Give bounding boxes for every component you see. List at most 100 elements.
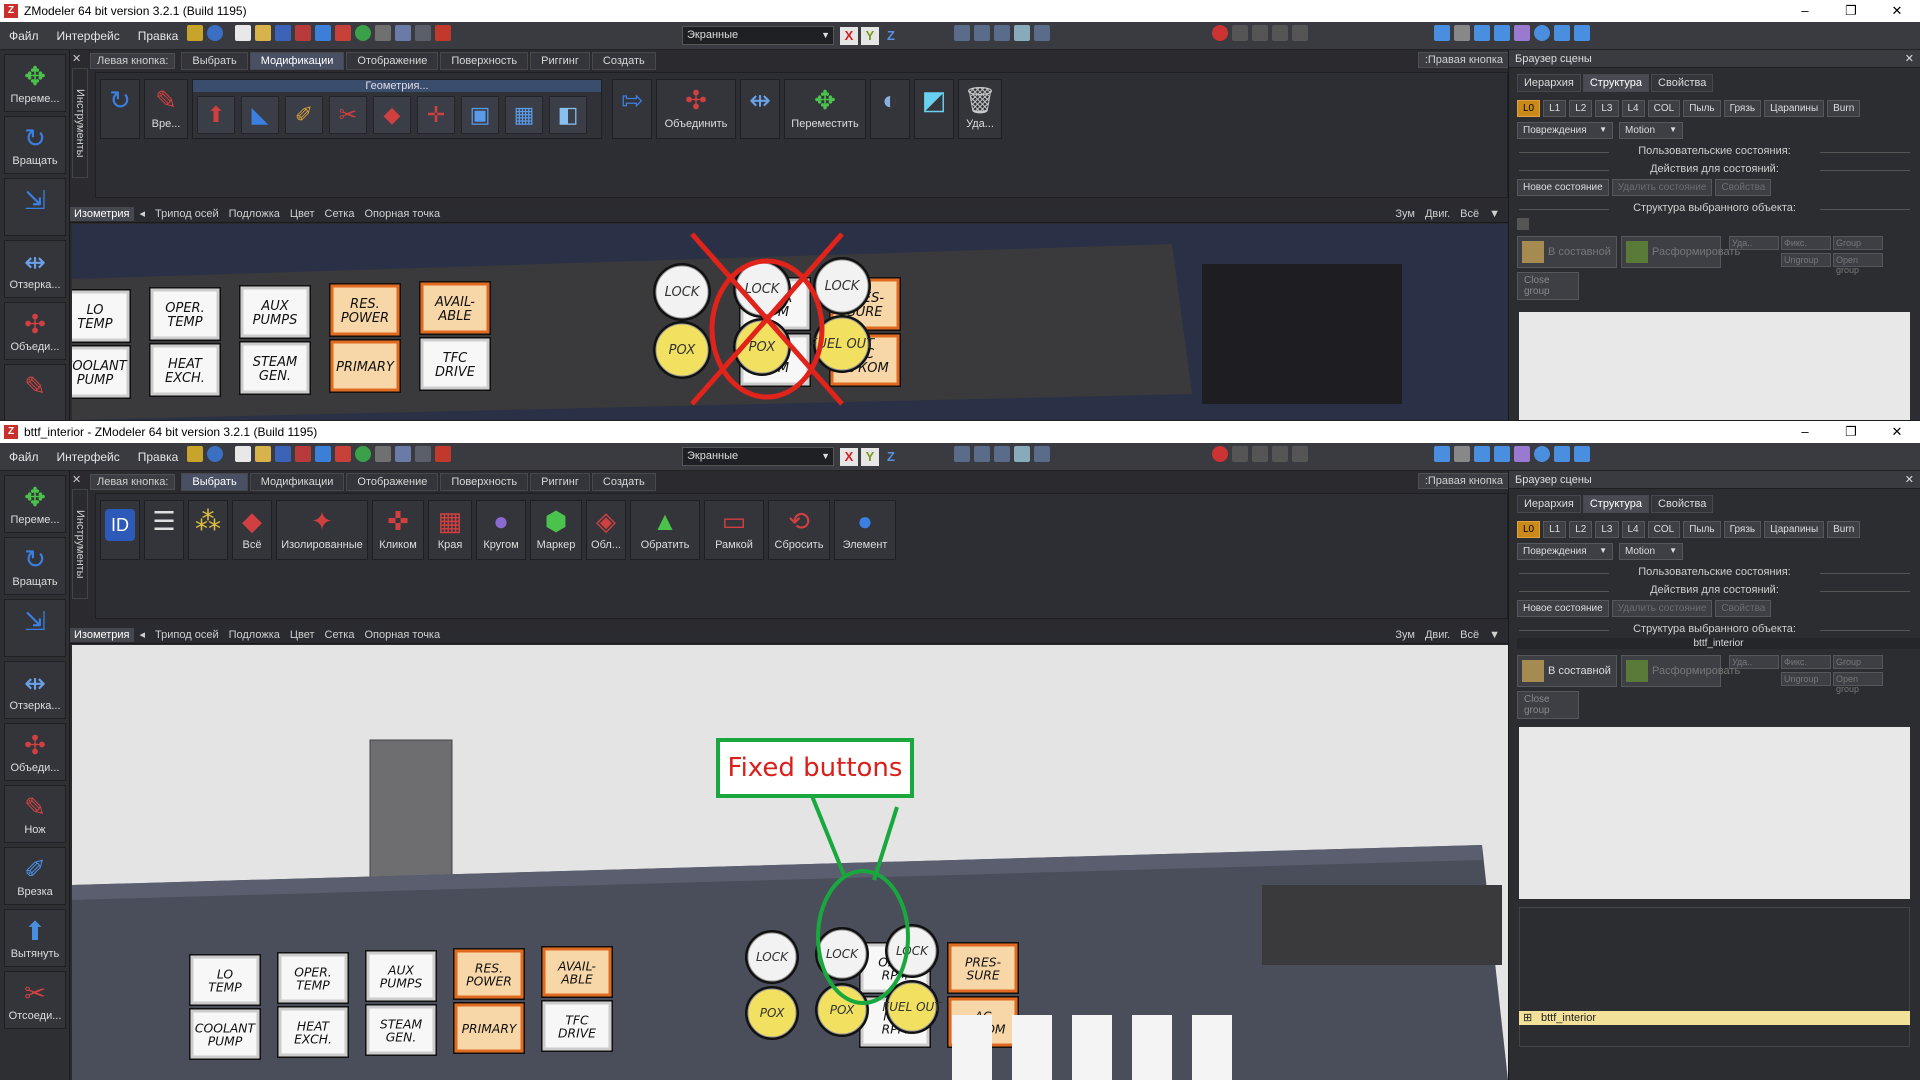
select-marker-button[interactable]: ⬢ Маркер xyxy=(530,500,582,560)
open-group-button[interactable]: Open group xyxy=(1833,253,1883,275)
render-icon[interactable] xyxy=(355,25,371,41)
tool-scale[interactable]: ⇲ xyxy=(4,599,66,657)
restore-button[interactable]: ❐ xyxy=(1828,0,1874,22)
selection-mode-dropdown[interactable]: Экранные ▼ xyxy=(682,447,834,466)
play-icon[interactable] xyxy=(1252,446,1268,462)
damage-dropdown[interactable]: Повреждения ▼ xyxy=(1517,543,1613,560)
tool-rotate[interactable]: ↻ Вращать xyxy=(4,537,66,595)
tab-create[interactable]: Создать xyxy=(591,473,656,491)
select-reset-button[interactable]: ⟲ Сбросить xyxy=(768,500,830,560)
tool-move[interactable]: ✥ Переме... xyxy=(4,54,66,112)
tools-vertical-tab[interactable]: Инструменты xyxy=(72,68,88,178)
record-icon[interactable] xyxy=(1212,446,1228,462)
snap-icon[interactable] xyxy=(974,25,990,41)
ungroup-button[interactable]: Ungroup xyxy=(1781,253,1831,267)
menu-file[interactable]: Файл xyxy=(0,450,48,464)
close-button[interactable]: ✕ xyxy=(1874,0,1920,22)
temp-button[interactable]: ✎ Вре... xyxy=(144,79,188,139)
pivot-icon[interactable] xyxy=(1014,446,1030,462)
sphere-icon[interactable] xyxy=(1534,446,1550,462)
in-compound-button[interactable]: В составной xyxy=(1517,236,1617,268)
select-all-button[interactable]: ◆ Всё xyxy=(232,500,272,560)
y-axis-toggle[interactable]: Y xyxy=(861,448,879,466)
import-icon[interactable] xyxy=(315,25,331,41)
wire-icon[interactable] xyxy=(1434,25,1450,41)
help-icon[interactable] xyxy=(207,446,223,462)
tools-vertical-tab[interactable]: Инструменты xyxy=(72,489,88,599)
clipboard-icon[interactable] xyxy=(435,25,451,41)
tab-surface[interactable]: Поверхность xyxy=(440,473,529,491)
box-icon[interactable]: ▣ xyxy=(461,96,499,134)
tab-properties[interactable]: Свойства xyxy=(1651,74,1714,92)
minimize-button[interactable]: – xyxy=(1782,421,1828,443)
export-icon[interactable] xyxy=(335,446,351,462)
lod-scratches[interactable]: Царапины xyxy=(1764,100,1825,117)
loop-icon[interactable] xyxy=(1292,25,1308,41)
brush-icon[interactable]: ✐ xyxy=(285,96,323,134)
select-circle-button[interactable]: ● Кругом xyxy=(476,500,526,560)
select-click-button[interactable]: ✜ Кликом xyxy=(372,500,424,560)
grid-icon[interactable] xyxy=(994,446,1010,462)
light-icon[interactable] xyxy=(1494,446,1510,462)
lod-burn[interactable]: Burn xyxy=(1827,100,1861,117)
x-axis-toggle[interactable]: X xyxy=(840,27,858,45)
disband-button[interactable]: Расформировать xyxy=(1621,236,1740,268)
view-isometric-tab[interactable]: Изометрия xyxy=(70,206,134,221)
delete-icon[interactable] xyxy=(295,25,311,41)
zoom-button[interactable]: Зум xyxy=(1395,629,1415,641)
lod-dust[interactable]: Пыль xyxy=(1683,100,1721,117)
view-isometric-tab[interactable]: Изометрия xyxy=(70,627,134,642)
select-element-button[interactable]: ● Элемент xyxy=(834,500,896,560)
clipboard-icon[interactable] xyxy=(435,446,451,462)
tool-extrude[interactable]: ⬆ Вытянуть xyxy=(4,909,66,967)
tool-mirror[interactable]: ⇹ Отзерка... xyxy=(4,661,66,719)
lod-l1[interactable]: L1 xyxy=(1543,521,1567,538)
menu-edit[interactable]: Правка xyxy=(129,450,188,464)
pan-button[interactable]: Двиг. xyxy=(1425,629,1450,641)
viewport-menu-icon[interactable]: ▼ xyxy=(1489,629,1500,641)
tab-surface[interactable]: Поверхность xyxy=(440,52,529,70)
zoom-button[interactable]: Зум xyxy=(1395,208,1415,220)
lod-dirt[interactable]: Грязь xyxy=(1723,100,1762,117)
mold-button[interactable]: ◐ xyxy=(870,79,910,139)
view-grid[interactable]: Сетка xyxy=(325,208,355,220)
lod-burn[interactable]: Burn xyxy=(1827,521,1861,538)
light-icon[interactable] xyxy=(1494,25,1510,41)
view-axis-tripod[interactable]: Трипод осей xyxy=(155,629,219,641)
export-icon[interactable] xyxy=(335,25,351,41)
close-icon[interactable]: ✕ xyxy=(1905,50,1914,68)
menu-interface[interactable]: Интерфейс xyxy=(48,450,129,464)
tool-insert[interactable]: ✐ Врезка xyxy=(4,847,66,905)
tab-hierarchy[interactable]: Иерархия xyxy=(1517,495,1581,513)
state-properties-button[interactable]: Свойства xyxy=(1715,179,1772,196)
motion-dropdown[interactable]: Motion ▼ xyxy=(1619,543,1683,560)
view-color[interactable]: Цвет xyxy=(290,208,315,220)
merge-button[interactable]: ✣ Объединить xyxy=(656,79,736,139)
view-pivot[interactable]: Опорная точка xyxy=(364,208,440,220)
close-icon[interactable]: ✕ xyxy=(72,473,86,487)
align-icon[interactable] xyxy=(954,446,970,462)
ungroup-button[interactable]: Ungroup xyxy=(1781,672,1831,686)
damage-dropdown[interactable]: Повреждения ▼ xyxy=(1517,122,1613,139)
wire-icon[interactable] xyxy=(1434,446,1450,462)
view-grid[interactable]: Сетка xyxy=(325,629,355,641)
align-icon[interactable] xyxy=(954,25,970,41)
select-list-button[interactable]: ☰ xyxy=(144,500,184,560)
select-material-button[interactable]: ⁂ xyxy=(188,500,228,560)
all-button[interactable]: Всё xyxy=(1460,208,1479,220)
grid-icon[interactable] xyxy=(994,25,1010,41)
viewport-menu-icon[interactable]: ▼ xyxy=(1489,208,1500,220)
lod-l2[interactable]: L2 xyxy=(1569,100,1593,117)
tree-item-bttf-interior[interactable]: ⊞ bttf_interior xyxy=(1519,1011,1910,1025)
new-state-button[interactable]: Новое состояние xyxy=(1517,600,1609,617)
lod-scratches[interactable]: Царапины xyxy=(1764,521,1825,538)
tool-detach[interactable]: ✂ Отсоеди... xyxy=(4,971,66,1029)
delete-state-button[interactable]: Удалить состояние xyxy=(1611,600,1713,617)
select-frame-button[interactable]: ▭ Рамкой xyxy=(704,500,764,560)
settings-icon[interactable] xyxy=(375,25,391,41)
select-invert-button[interactable]: ▲ Обратить xyxy=(630,500,700,560)
lod-l0[interactable]: L0 xyxy=(1517,100,1541,117)
new-file-icon[interactable] xyxy=(235,446,251,462)
bevel-icon[interactable]: ◣ xyxy=(241,96,279,134)
z-axis-toggle[interactable]: Z xyxy=(882,448,900,466)
